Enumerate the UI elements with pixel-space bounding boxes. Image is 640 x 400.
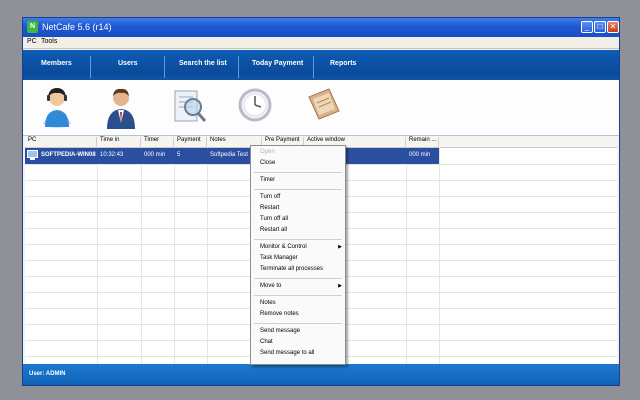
col-pc[interactable]: PC [25,137,97,147]
row-payment: 5 [177,152,181,158]
maximize-button[interactable]: □ [594,21,606,33]
maximize-icon: □ [597,22,603,31]
search-list-icon[interactable] [169,83,209,129]
table-row[interactable]: SOFTPEDIA-WIN08 10:32:43 000 min 5 Softp… [25,148,439,164]
close-button[interactable]: ✕ [607,21,619,33]
menu-close[interactable]: Close [260,160,275,166]
row-time-in: 10:32:43 [100,152,124,158]
nav-separator [238,56,239,78]
row-timer: 000 min [144,152,166,158]
menu-move-to[interactable]: Move to [260,283,281,289]
menu-turn-off[interactable]: Turn off [260,194,280,200]
member-icon[interactable] [37,83,77,129]
nav-search-the-list[interactable]: Search the list [179,60,227,67]
menu-turn-off-all[interactable]: Turn off all [260,216,288,222]
clock-icon[interactable] [235,83,275,129]
row-remain: 000 min [409,152,431,158]
row-pc-name: SOFTPEDIA-WIN08 [41,152,96,158]
submenu-arrow-icon: ▶ [338,244,342,250]
nav-members[interactable]: Members [41,60,72,67]
status-user: User: ADMIN [29,371,66,377]
menu-separator [254,278,342,279]
title-bar[interactable]: N NetCafe 5.6 (r14) _ □ ✕ [23,18,619,37]
menu-open[interactable]: Open [260,149,275,155]
menu-restart-all[interactable]: Restart all [260,227,287,233]
menu-timer[interactable]: Timer [260,177,275,183]
nav-separator [90,56,91,78]
menu-terminate-all[interactable]: Terminate all processes [260,266,323,272]
menu-separator [254,323,342,324]
col-payment[interactable]: Payment [174,137,207,147]
menu-tools[interactable]: Tools [41,38,57,45]
icon-toolbar [23,80,619,136]
submenu-arrow-icon: ▶ [338,283,342,289]
menu-task-manager[interactable]: Task Manager [260,255,298,261]
nav-users[interactable]: Users [118,60,137,67]
menu-separator [254,295,342,296]
menu-restart[interactable]: Restart [260,205,279,211]
user-icon[interactable] [101,83,141,129]
close-icon: ✕ [609,22,617,31]
nav-today-payment[interactable]: Today Payment [252,60,303,67]
menu-remove-notes[interactable]: Remove notes [260,311,299,317]
row-notes: Softpedia Test [210,152,248,158]
col-remain[interactable]: Remain ... [406,137,439,147]
minimize-icon: _ [584,22,590,31]
menu-send-message[interactable]: Send message [260,328,300,334]
menu-separator [254,239,342,240]
nav-reports[interactable]: Reports [330,60,356,67]
menu-bar: PC Tools [23,37,619,49]
report-book-icon[interactable] [303,83,343,129]
menu-monitor-control[interactable]: Monitor & Control [260,244,307,250]
netcafe-app-icon: N [27,21,38,33]
menu-notes[interactable]: Notes [260,300,276,306]
col-timer[interactable]: Timer [141,137,174,147]
nav-separator [313,56,314,78]
status-bar: User: ADMIN [23,364,619,385]
menu-separator [254,172,342,173]
window-title: NetCafe 5.6 (r14) [42,22,112,32]
menu-pc[interactable]: PC [27,38,37,45]
context-menu: Open Close Timer Turn off Restart Turn o… [250,145,346,365]
menu-send-message-to-all[interactable]: Send message to all [260,350,314,356]
minimize-button[interactable]: _ [581,21,593,33]
menu-separator [254,189,342,190]
nav-separator [164,56,165,78]
col-time-in[interactable]: Time in [97,137,141,147]
menu-chat[interactable]: Chat [260,339,273,345]
computer-icon [27,150,38,160]
